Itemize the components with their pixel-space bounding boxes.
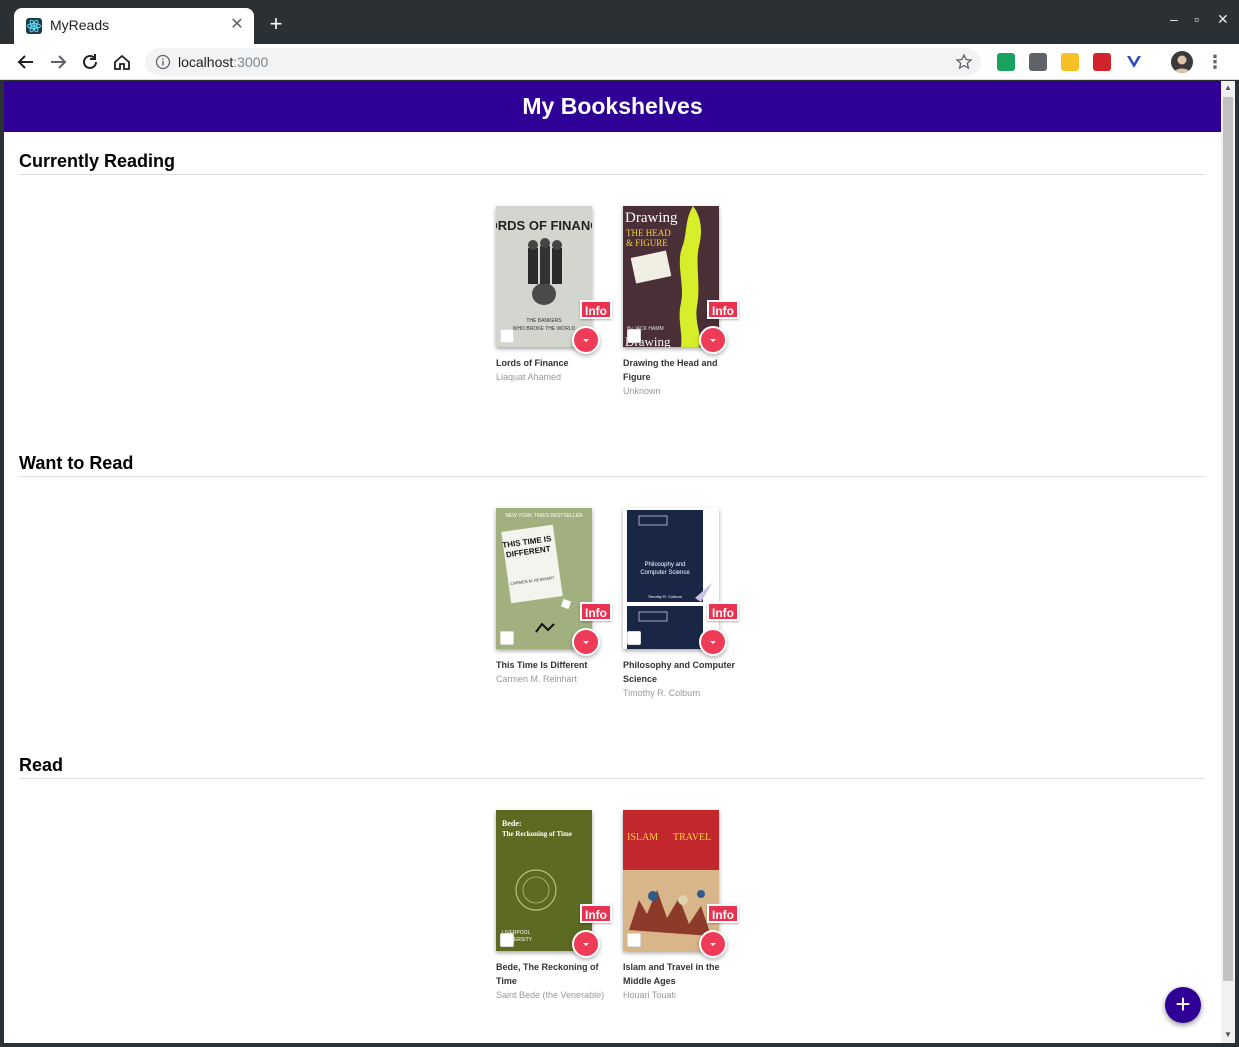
page-title: My Bookshelves xyxy=(522,93,703,119)
svg-text:THE HEAD: THE HEAD xyxy=(626,228,671,238)
shelf-changer-button[interactable] xyxy=(572,628,600,656)
shelf-title-want-to-read: Want to Read xyxy=(19,453,134,473)
back-arrow-icon[interactable] xyxy=(15,51,37,73)
url-text: localhost:3000 xyxy=(178,54,268,70)
pocket-icon[interactable] xyxy=(1029,53,1047,71)
svg-text:LORDS OF FINANCE: LORDS OF FINANCE xyxy=(496,218,592,233)
svg-text:Bede:: Bede: xyxy=(502,819,522,828)
shelf-changer-button[interactable] xyxy=(572,930,600,958)
book-author: Unknown xyxy=(623,386,661,396)
svg-text:THE BANKERS: THE BANKERS xyxy=(526,318,562,324)
book-title: This Time Is Different xyxy=(496,660,588,670)
close-window-icon[interactable]: ✕ xyxy=(1217,12,1229,26)
profile-avatar[interactable] xyxy=(1171,51,1193,73)
browser-window: MyReads ✕ + – ▫ ✕ localhost:3000 ⋮ My Bo… xyxy=(0,0,1239,1047)
browser-menu-icon[interactable]: ⋮ xyxy=(1206,52,1224,72)
info-button[interactable]: Info xyxy=(580,300,612,319)
page-scrollbar[interactable]: ▲ ▼ xyxy=(1221,81,1235,1043)
book-title: Philosophy and Computer Science xyxy=(623,660,736,684)
home-icon[interactable] xyxy=(111,51,133,73)
shelf-changer-button[interactable] xyxy=(699,628,727,656)
book-author: Houari Touati xyxy=(623,990,676,1000)
svg-text:Drawing: Drawing xyxy=(625,210,678,226)
tab-strip: MyReads ✕ + – ▫ ✕ xyxy=(0,0,1239,44)
add-book-button[interactable]: + xyxy=(1165,987,1201,1023)
scrollbar-thumb[interactable] xyxy=(1223,97,1233,981)
book-author: Saint Bede (the Venerable) xyxy=(496,990,605,1000)
info-button[interactable]: Info xyxy=(707,602,739,621)
svg-text:NEW YORK TIMES BESTSELLER: NEW YORK TIMES BESTSELLER xyxy=(505,513,583,519)
browser-toolbar: localhost:3000 ⋮ xyxy=(0,44,1239,80)
select-checkbox[interactable] xyxy=(627,329,641,343)
info-button[interactable]: Info xyxy=(580,602,612,621)
book-item: LORDS OF FINANCE THE BANKERS WHO BROKE T… xyxy=(496,206,624,406)
book-author: Liaquat Ahamed xyxy=(496,372,562,382)
svg-text:Timothy R. Colburn: Timothy R. Colburn xyxy=(648,594,682,599)
scroll-up-arrow-icon[interactable]: ▲ xyxy=(1224,84,1232,92)
shelf-title-read: Read xyxy=(19,755,64,775)
maximize-icon[interactable]: ▫ xyxy=(1194,12,1199,26)
shelf-changer-button[interactable] xyxy=(572,326,600,354)
book-author: Timothy R. Colburn xyxy=(623,688,701,698)
select-checkbox[interactable] xyxy=(627,933,641,947)
svg-text:Computer Science: Computer Science xyxy=(640,570,690,576)
bookmark-star-icon[interactable] xyxy=(955,53,973,71)
extension-docs-icon[interactable] xyxy=(997,53,1015,71)
svg-text:TRAVEL: TRAVEL xyxy=(673,832,711,843)
book-item: Drawing THE HEAD & FIGURE By JACK HAMM D… xyxy=(623,206,751,406)
select-checkbox[interactable] xyxy=(627,631,641,645)
shelf-divider xyxy=(19,174,1205,175)
app-header: My Bookshelves xyxy=(4,81,1221,132)
shelf-changer-button[interactable] xyxy=(699,326,727,354)
reload-icon[interactable] xyxy=(79,51,101,73)
scroll-down-arrow-icon[interactable]: ▼ xyxy=(1224,1031,1232,1039)
info-button[interactable]: Info xyxy=(707,300,739,319)
url-host: localhost xyxy=(178,54,234,70)
shelf-divider xyxy=(19,778,1205,779)
extension-vue-icon[interactable] xyxy=(1125,53,1143,71)
select-checkbox[interactable] xyxy=(500,329,514,343)
react-icon xyxy=(26,18,42,34)
book-item: ISLAM TRAVEL Info Islam and Travel in th… xyxy=(623,810,751,1010)
book-title: Lords of Finance xyxy=(496,358,569,368)
book-cover[interactable]: Philosophy and Computer Science Timothy … xyxy=(623,508,719,649)
book-title: Bede, The Reckoning of Time xyxy=(496,962,599,986)
forward-arrow-icon[interactable] xyxy=(47,51,69,73)
url-port: :3000 xyxy=(233,54,269,70)
keep-icon[interactable] xyxy=(1061,53,1079,71)
minimize-icon[interactable]: – xyxy=(1170,12,1178,26)
book-cover[interactable]: Drawing THE HEAD & FIGURE By JACK HAMM D… xyxy=(623,206,719,347)
svg-text:WHO BROKE THE WORLD: WHO BROKE THE WORLD xyxy=(513,326,576,332)
shelf-divider xyxy=(19,476,1205,477)
book-item: Bede: The Reckoning of Time LIVERPOOL UN… xyxy=(496,810,624,1020)
select-checkbox[interactable] xyxy=(500,631,514,645)
book-author: Carmen M. Reinhart xyxy=(496,674,578,684)
book-item: NEW YORK TIMES BESTSELLER THIS TIME IS D… xyxy=(496,508,624,708)
book-cover[interactable]: Bede: The Reckoning of Time LIVERPOOL UN… xyxy=(496,810,592,951)
book-item: Philosophy and Computer Science Timothy … xyxy=(623,508,751,708)
book-cover[interactable]: NEW YORK TIMES BESTSELLER THIS TIME IS D… xyxy=(496,508,592,649)
info-button[interactable]: Info xyxy=(707,904,739,923)
book-cover[interactable]: LORDS OF FINANCE THE BANKERS WHO BROKE T… xyxy=(496,206,592,347)
shelf-changer-button[interactable] xyxy=(699,930,727,958)
book-title: Drawing the Head and Figure xyxy=(623,358,718,382)
svg-text:Philosophy and: Philosophy and xyxy=(644,562,685,568)
page-viewport: My Bookshelves Currently Reading LORDS O… xyxy=(4,81,1221,1043)
book-cover[interactable]: ISLAM TRAVEL xyxy=(623,810,719,951)
book-title: Islam and Travel in the Middle Ages xyxy=(623,962,720,986)
info-button[interactable]: Info xyxy=(580,904,612,923)
svg-text:ISLAM: ISLAM xyxy=(627,832,658,843)
svg-text:& FIGURE: & FIGURE xyxy=(626,238,668,248)
shelf-title-currently-reading: Currently Reading xyxy=(19,151,176,171)
svg-text:The Reckoning of Time: The Reckoning of Time xyxy=(502,830,572,838)
extension-red-icon[interactable] xyxy=(1093,53,1111,71)
close-tab-icon[interactable]: ✕ xyxy=(228,16,246,34)
address-bar[interactable]: localhost:3000 xyxy=(145,48,981,76)
tab-title: MyReads xyxy=(50,17,110,33)
browser-tab[interactable]: MyReads ✕ xyxy=(14,8,254,44)
site-info-icon[interactable] xyxy=(155,54,171,70)
new-tab-button[interactable]: + xyxy=(266,13,286,35)
select-checkbox[interactable] xyxy=(500,933,514,947)
